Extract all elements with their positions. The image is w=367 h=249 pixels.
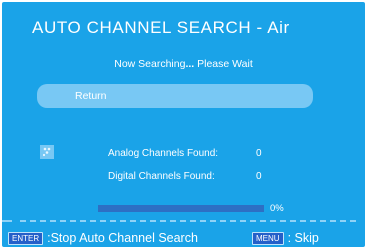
digital-channels-label: Digital Channels Found: xyxy=(108,171,215,182)
page-title: AUTO CHANNEL SEARCH - Air xyxy=(32,18,290,37)
digital-channels-count: 0 xyxy=(256,171,262,182)
return-button-label: Return xyxy=(75,90,107,102)
enter-key-badge: ENTER xyxy=(8,231,44,245)
auto-channel-search-screen: AUTO CHANNEL SEARCH - Air Now Searching.… xyxy=(2,2,365,247)
search-status: Now Searching... Please Wait xyxy=(2,58,365,70)
menu-key-badge: MENU xyxy=(252,231,284,245)
scan-signal-icon xyxy=(40,145,54,159)
status-text: Now Searching xyxy=(114,58,186,70)
search-progress-percent: 0% xyxy=(270,203,284,214)
footer-divider xyxy=(2,220,356,222)
status-suffix: Please Wait xyxy=(194,58,253,70)
analog-channels-label: Analog Channels Found: xyxy=(108,148,219,159)
return-button[interactable]: Return xyxy=(37,84,313,108)
status-ellipsis: ... xyxy=(185,58,195,70)
stop-search-hint: ENTER :Stop Auto Channel Search xyxy=(8,231,198,245)
stop-search-action: :Stop Auto Channel Search xyxy=(47,231,198,245)
skip-action: : Skip xyxy=(287,231,319,245)
analog-channels-count: 0 xyxy=(256,148,262,159)
search-progress-bar xyxy=(98,205,264,212)
skip-hint: MENU : Skip xyxy=(252,231,319,245)
